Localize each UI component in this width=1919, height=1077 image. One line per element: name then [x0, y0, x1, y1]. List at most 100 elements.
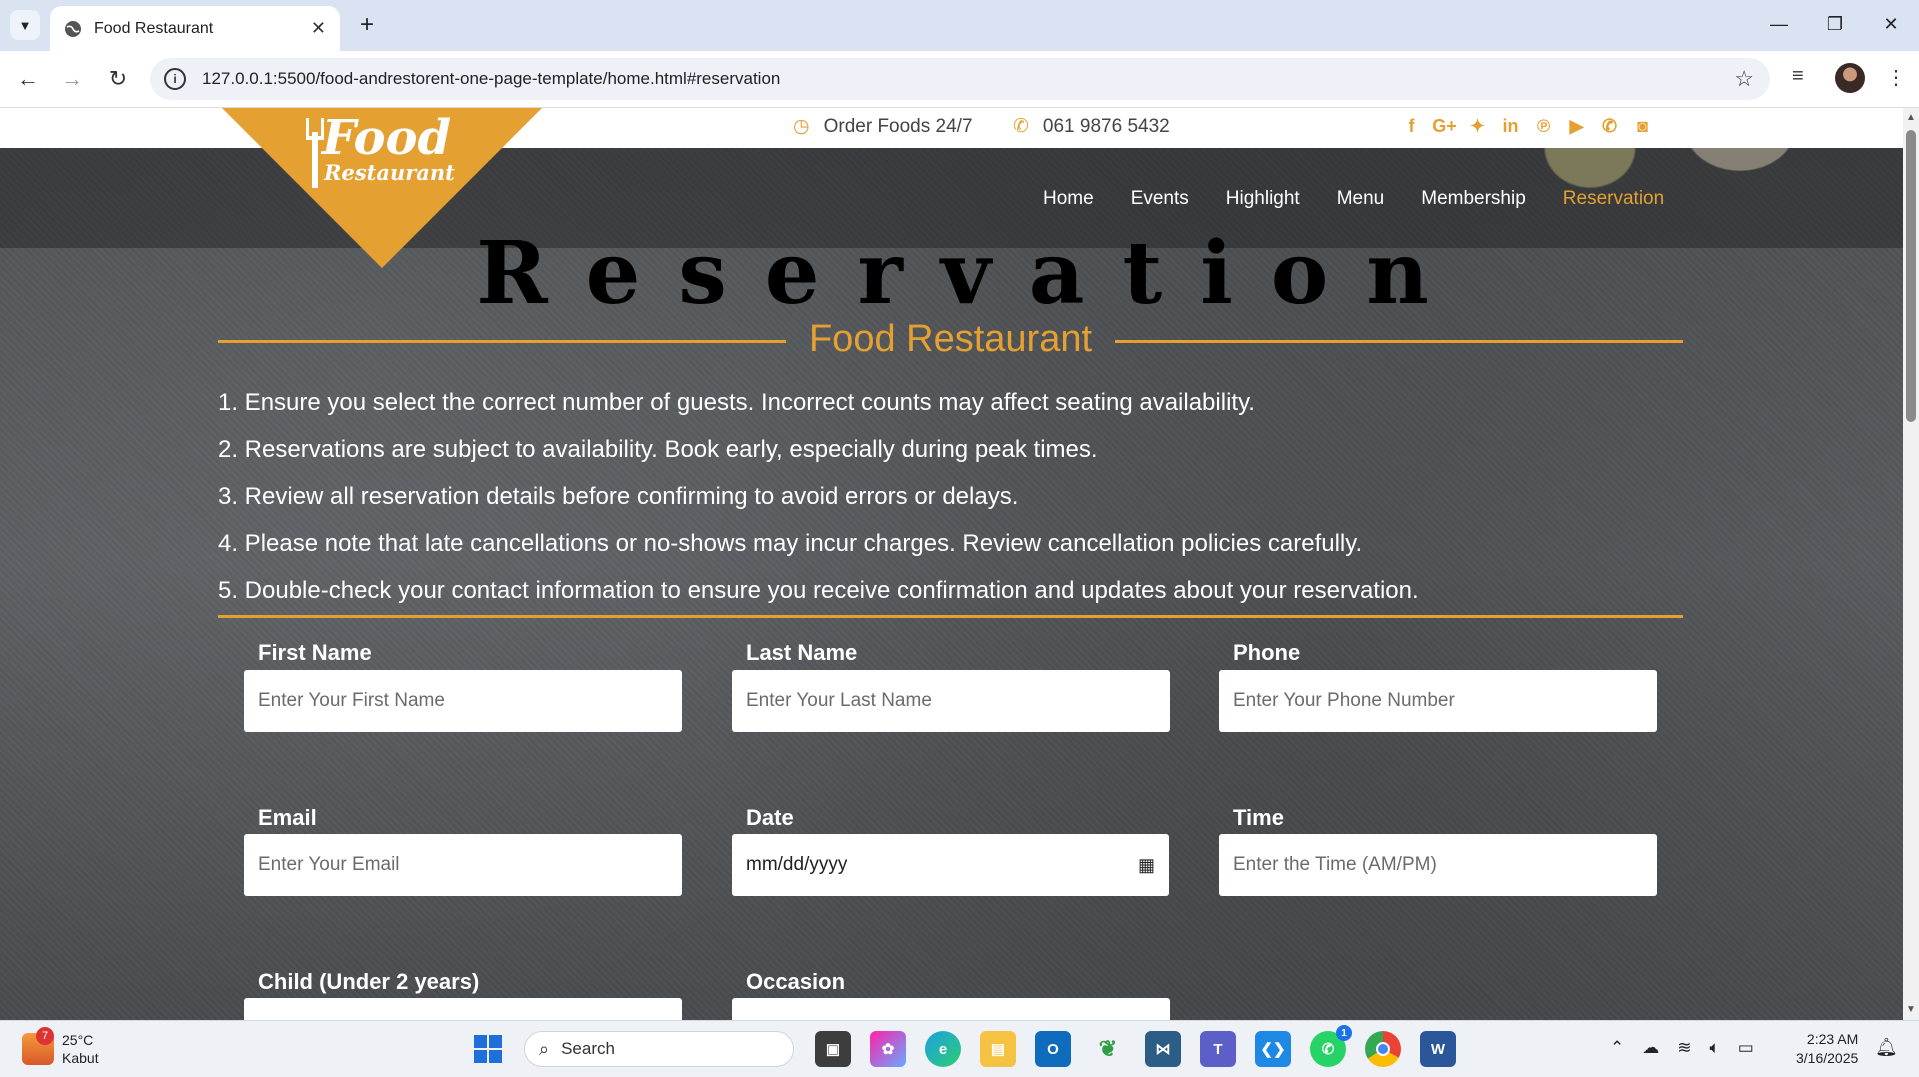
weather-badge: 7	[36, 1027, 54, 1045]
email-input[interactable]	[244, 834, 682, 896]
date-input[interactable]: mm/dd/yyyy ▦	[732, 834, 1169, 896]
browser-toolbar: ← → ↻ i 127.0.0.1:5500/food-andrestorent…	[0, 51, 1919, 108]
task-view-icon[interactable]: ▣	[815, 1031, 851, 1067]
occasion-label: Occasion	[746, 969, 846, 994]
battery-icon[interactable]: ▭	[1738, 1038, 1754, 1058]
phone-icon[interactable]: ✆	[1593, 116, 1626, 137]
weather-text: 25°C Kabut	[62, 1031, 99, 1067]
clock-icon: ◷	[793, 116, 810, 137]
file-explorer-icon[interactable]: ▤	[980, 1031, 1016, 1067]
weather-temp: 25°C	[62, 1032, 94, 1048]
volume-icon[interactable]: 🔈︎	[1710, 1038, 1720, 1058]
last-name-input[interactable]	[732, 670, 1170, 732]
tab-title: Food Restaurant	[94, 19, 214, 37]
nav-home[interactable]: Home	[1043, 188, 1094, 210]
rule-item: 5. Double-check your contact information…	[218, 577, 1419, 604]
taskbar-apps: ▣ ✿ e ▤ O ❦ ⋈ T ❮❯ ✆ 1 W	[815, 1025, 1456, 1067]
reservation-rules: 1. Ensure you select the correct number …	[218, 379, 1419, 614]
twitter-icon[interactable]: ✦	[1461, 116, 1494, 137]
scroll-thumb[interactable]	[1906, 130, 1916, 422]
nav-reservation[interactable]: Reservation	[1563, 188, 1664, 210]
mysql-workbench-icon[interactable]: ⋈	[1145, 1031, 1181, 1067]
url-text[interactable]: 127.0.0.1:5500/food-andrestorent-one-pag…	[202, 69, 780, 89]
time-input[interactable]	[1219, 834, 1657, 896]
nav-events[interactable]: Events	[1131, 188, 1189, 210]
phone-info: ✆ 061 9876 5432	[1013, 115, 1170, 138]
nav-highlight[interactable]: Highlight	[1226, 188, 1300, 210]
browser-tab-strip: ▼ Food Restaurant ✕ + — ❐ ✕	[0, 0, 1919, 51]
whatsapp-icon[interactable]: ✆ 1	[1310, 1025, 1352, 1067]
scroll-up-arrow-icon[interactable]: ▲	[1906, 112, 1916, 123]
weather-icon: 7	[22, 1027, 54, 1065]
word-icon[interactable]: W	[1420, 1031, 1456, 1067]
minimize-icon[interactable]: —	[1751, 0, 1807, 48]
nav-menu[interactable]: Menu	[1337, 188, 1385, 210]
weather-desc: Kabut	[62, 1050, 99, 1066]
onedrive-icon[interactable]: ☁	[1642, 1038, 1659, 1058]
back-arrow-icon[interactable]: ←	[12, 63, 44, 95]
logo-word-restaurant: Restaurant	[324, 160, 455, 185]
copilot-icon[interactable]: ✿	[870, 1031, 906, 1067]
social-links: f G+ ✦ in ℗ ▶ ✆ ◙	[1395, 116, 1659, 137]
edge-icon[interactable]: e	[925, 1031, 961, 1067]
time-label: Time	[1233, 805, 1284, 830]
rule-item: 3. Review all reservation details before…	[218, 483, 1019, 510]
vscode-icon[interactable]: ❮❯	[1255, 1031, 1291, 1067]
restore-icon[interactable]: ❐	[1807, 0, 1863, 48]
nav-membership[interactable]: Membership	[1421, 188, 1526, 210]
browser-tab[interactable]: Food Restaurant ✕	[50, 6, 340, 51]
main-nav: Home Events Highlight Menu Membership Re…	[1043, 188, 1701, 210]
kebab-menu-icon[interactable]: ⋮	[1886, 65, 1906, 90]
page-scrollbar[interactable]: ▲ ▼	[1903, 108, 1919, 1020]
chevron-up-icon[interactable]: ⌃	[1610, 1038, 1624, 1058]
child-label: Child (Under 2 years)	[258, 969, 480, 994]
forward-arrow-icon[interactable]: →	[56, 63, 88, 95]
weather-widget[interactable]: 7 25°C Kabut	[22, 1027, 99, 1067]
subtitle-line-right	[1115, 340, 1683, 343]
new-tab-button[interactable]: +	[352, 10, 382, 40]
calendar-icon[interactable]: ▦	[1138, 855, 1155, 876]
clock-date: 3/16/2025	[1796, 1050, 1859, 1066]
scroll-down-arrow-icon[interactable]: ▼	[1906, 1004, 1916, 1015]
wifi-icon[interactable]: ≋	[1677, 1038, 1691, 1058]
facebook-icon[interactable]: f	[1395, 116, 1428, 137]
taskbar-search[interactable]: ⌕ Search	[524, 1031, 794, 1067]
chevron-down-icon: ▼	[18, 17, 32, 33]
address-bar[interactable]: i 127.0.0.1:5500/food-andrestorent-one-p…	[150, 58, 1770, 100]
chrome-icon[interactable]	[1365, 1031, 1401, 1067]
reload-icon[interactable]: ↻	[102, 63, 134, 95]
outlook-icon[interactable]: O	[1035, 1031, 1071, 1067]
child-input[interactable]	[244, 998, 682, 1020]
google-plus-icon[interactable]: G+	[1428, 116, 1461, 137]
rule-item: 4. Please note that late cancellations o…	[218, 530, 1363, 557]
site-info-icon[interactable]: i	[164, 68, 186, 90]
occasion-input[interactable]	[732, 998, 1170, 1020]
clock[interactable]: 2:23 AM 3/16/2025	[1796, 1030, 1858, 1068]
last-name-label: Last Name	[746, 640, 858, 665]
start-button[interactable]	[474, 1035, 502, 1063]
search-label: Search	[561, 1039, 615, 1058]
camera-icon[interactable]: ◙	[1626, 116, 1659, 137]
section-divider	[218, 615, 1683, 618]
rule-item: 2. Reservations are subject to availabil…	[218, 436, 1098, 463]
teams-icon[interactable]: T	[1200, 1031, 1236, 1067]
phone-icon: ✆	[1013, 116, 1029, 137]
order-text: Order Foods 24/7	[823, 115, 973, 137]
date-value: mm/dd/yyyy	[746, 854, 848, 875]
avatar[interactable]	[1835, 63, 1865, 93]
order-info: ◷ Order Foods 24/7	[793, 115, 973, 138]
phone-label: Phone	[1233, 640, 1301, 665]
notification-bell-icon[interactable]: 🔔︎	[1875, 1037, 1898, 1058]
mongodb-icon[interactable]: ❦	[1090, 1031, 1126, 1067]
media-queue-icon[interactable]: ≡	[1792, 65, 1804, 88]
date-label: Date	[746, 805, 794, 830]
phone-input[interactable]	[1219, 670, 1657, 732]
youtube-icon[interactable]: ▶	[1560, 116, 1593, 137]
tab-search-button[interactable]: ▼	[10, 10, 40, 40]
pinterest-icon[interactable]: ℗	[1527, 116, 1560, 137]
window-close-icon[interactable]: ✕	[1863, 0, 1919, 48]
bookmark-star-icon[interactable]: ☆	[1734, 66, 1754, 92]
close-icon[interactable]: ✕	[311, 18, 326, 39]
first-name-input[interactable]	[244, 670, 682, 732]
linkedin-icon[interactable]: in	[1494, 116, 1527, 137]
